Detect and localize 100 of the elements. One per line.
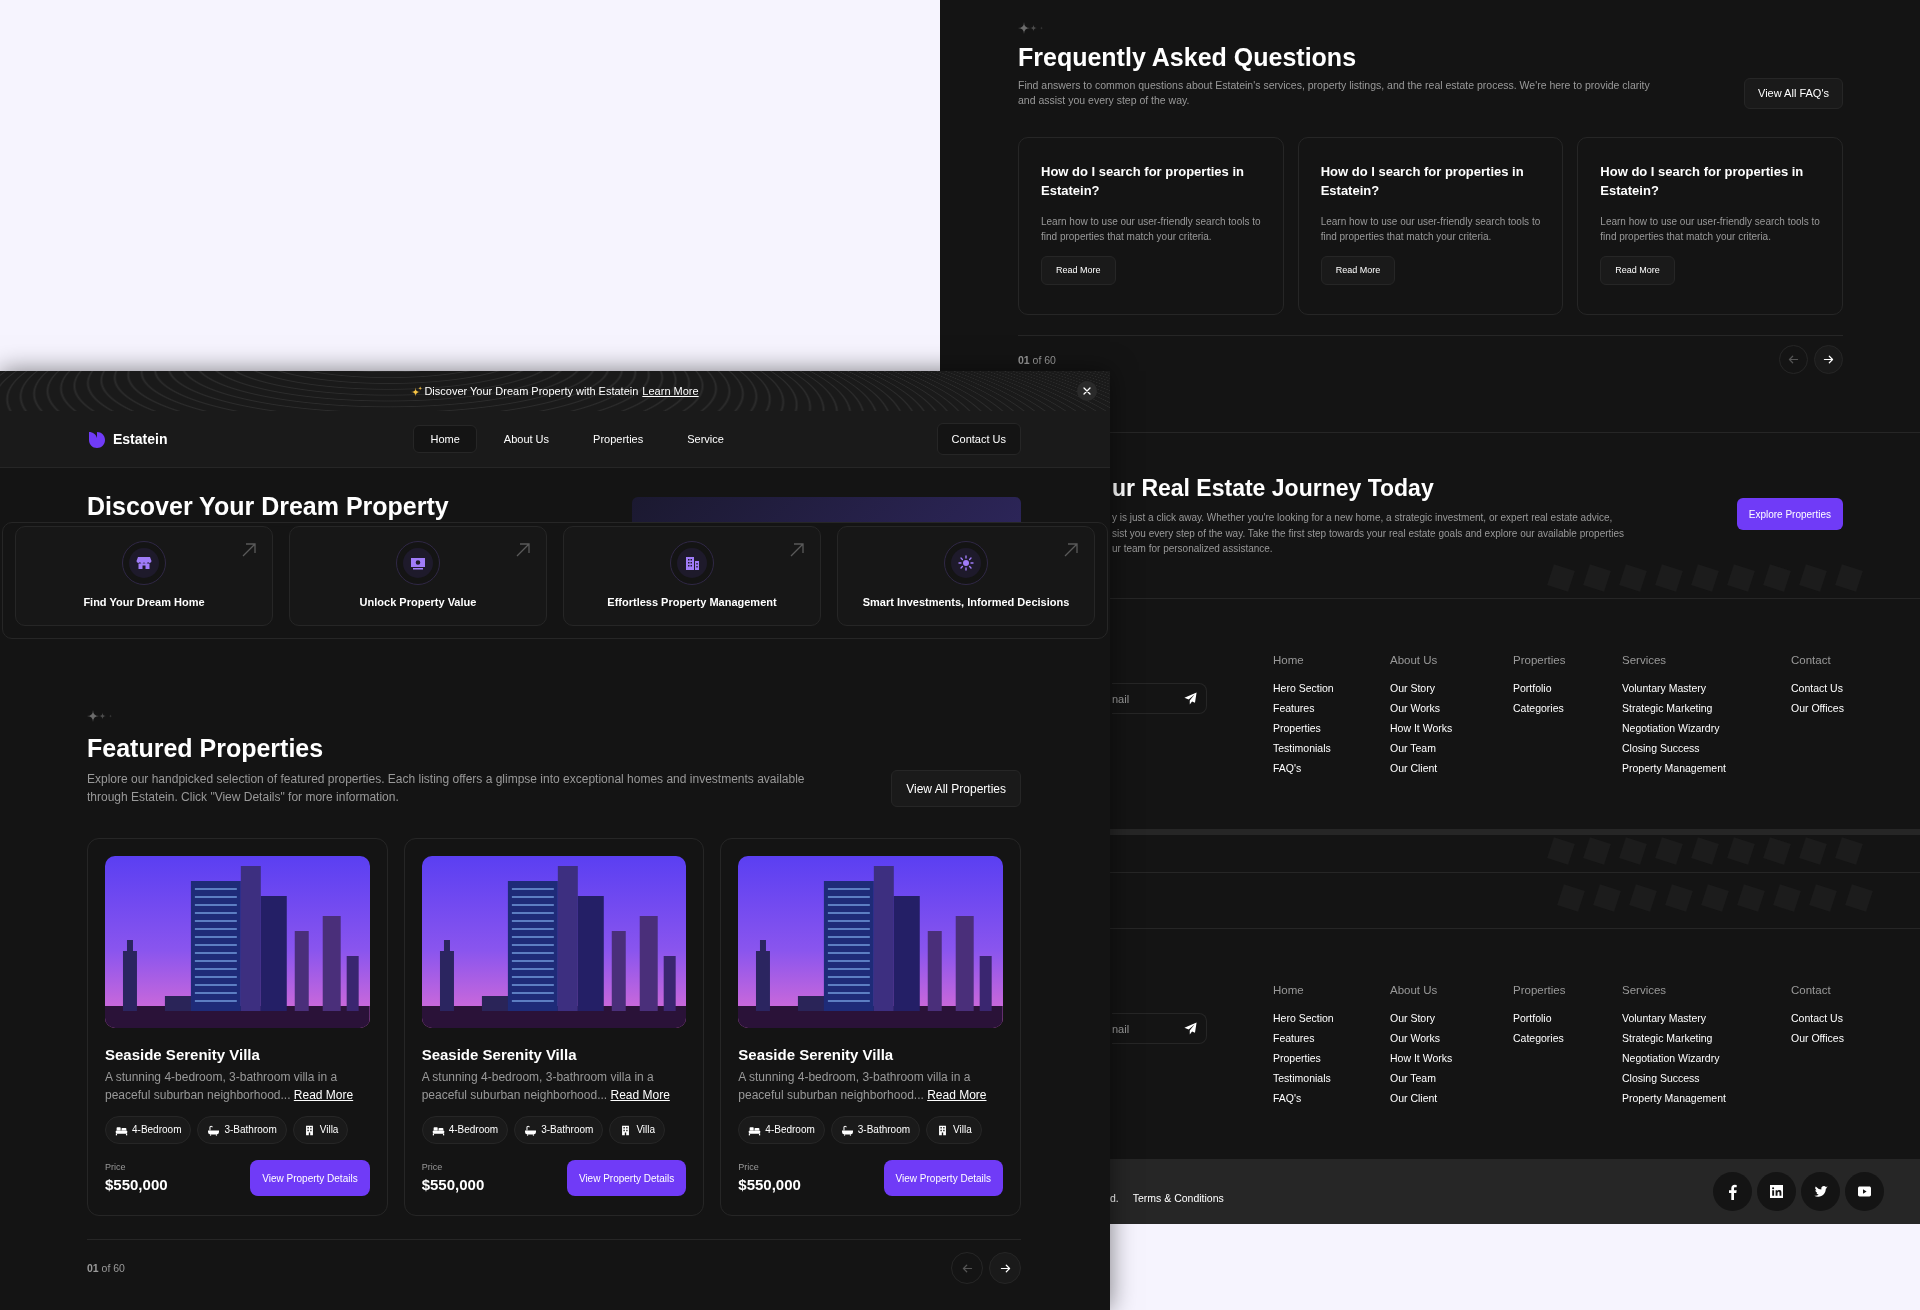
- bed-icon: [431, 1124, 445, 1136]
- footer-link[interactable]: Closing Success: [1622, 1071, 1700, 1085]
- footer-link[interactable]: Voluntary Mastery: [1622, 1011, 1707, 1025]
- view-all-button[interactable]: View All Properties: [891, 770, 1021, 807]
- arrow-up-right-icon: [242, 543, 256, 557]
- footer-link[interactable]: Our Client: [1390, 1091, 1438, 1105]
- facebook-icon[interactable]: [1713, 1172, 1752, 1211]
- faq-answer: Learn how to use our user-friendly search tools to find properties that match your criteria.: [1041, 215, 1261, 244]
- footer-link[interactable]: Features: [1273, 701, 1315, 715]
- youtube-icon[interactable]: [1845, 1172, 1884, 1211]
- read-more-button[interactable]: Read More: [1320, 256, 1396, 285]
- footer-link[interactable]: How It Works: [1390, 1051, 1453, 1065]
- footer-link[interactable]: Properties: [1273, 1051, 1321, 1065]
- tag-label: 3-Bathroom: [541, 1124, 594, 1136]
- faq-answer: Learn how to use our user-friendly search tools to find properties that match your criteria.: [1600, 215, 1820, 244]
- footer-link[interactable]: Voluntary Mastery: [1622, 681, 1707, 695]
- feature-card[interactable]: Smart Investments, Informed Decisions: [837, 526, 1095, 626]
- next-button[interactable]: [1814, 345, 1843, 374]
- sparkles-icon: [1018, 22, 1043, 34]
- faq-question: How do I search for properties in Estatein?: [1320, 163, 1525, 200]
- footer-link[interactable]: Portfolio: [1513, 1011, 1552, 1025]
- section-heading: Frequently Asked Questions: [1018, 42, 1358, 72]
- feature-card[interactable]: Effortless Property Management: [563, 526, 821, 626]
- footer-link[interactable]: Negotiation Wizardry: [1622, 721, 1720, 735]
- footer-link[interactable]: Contact Us: [1791, 1011, 1843, 1025]
- feature-card[interactable]: Unlock Property Value: [289, 526, 547, 626]
- footer-link[interactable]: Our Offices: [1791, 1031, 1844, 1045]
- arrow-up-right-icon: [516, 543, 530, 557]
- footer-link[interactable]: Hero Section: [1273, 681, 1334, 695]
- footer-link[interactable]: Closing Success: [1622, 741, 1700, 755]
- tag-label: 3-Bathroom: [857, 1124, 911, 1136]
- next-button[interactable]: [989, 1252, 1021, 1284]
- footer-link[interactable]: Our Story: [1390, 1011, 1435, 1025]
- price-label: Price: [421, 1161, 444, 1173]
- read-more-link[interactable]: Read More: [293, 1088, 354, 1102]
- footer-column-heading: Properties: [1513, 983, 1566, 997]
- email-field[interactable]: nail: [1112, 683, 1207, 714]
- email-field[interactable]: nail: [1112, 1013, 1207, 1044]
- footer-link[interactable]: Properties: [1273, 721, 1321, 735]
- footer-link[interactable]: Property Management: [1622, 761, 1726, 775]
- tag-label: Villa: [953, 1124, 972, 1136]
- linkedin-icon[interactable]: [1757, 1172, 1796, 1211]
- bathtub-icon: [207, 1124, 221, 1136]
- view-all-button[interactable]: View All FAQ's: [1744, 78, 1843, 109]
- terms-link[interactable]: Terms & Conditions: [1132, 1190, 1224, 1205]
- tag-label: Villa: [319, 1124, 339, 1136]
- footer-link[interactable]: Strategic Marketing: [1622, 701, 1713, 715]
- footer-link[interactable]: Contact Us: [1791, 681, 1843, 695]
- contact-button[interactable]: Contact Us: [936, 423, 1021, 455]
- nav-link[interactable]: Home: [413, 425, 477, 453]
- send-icon[interactable]: [1184, 692, 1197, 705]
- feature-card[interactable]: Find Your Dream Home: [15, 526, 273, 626]
- twitter-icon[interactable]: [1801, 1172, 1840, 1211]
- property-title: Seaside Serenity Villa: [105, 1045, 261, 1065]
- view-details-button[interactable]: View Property Details: [250, 1160, 370, 1196]
- explore-properties-button[interactable]: Explore Properties: [1736, 498, 1843, 530]
- hero-heading: Discover Your Dream Property: [87, 493, 449, 520]
- footer-link[interactable]: Strategic Marketing: [1622, 1031, 1713, 1045]
- nav-link[interactable]: Properties: [576, 425, 661, 453]
- page-counter: 01 of 60: [87, 1261, 125, 1275]
- footer-link[interactable]: Our Client: [1390, 761, 1438, 775]
- footer-link[interactable]: Our Team: [1390, 1071, 1436, 1085]
- nav-link[interactable]: Service: [670, 425, 741, 453]
- footer-link[interactable]: Testimonials: [1273, 741, 1331, 755]
- footer-link[interactable]: FAQ's: [1273, 1091, 1302, 1105]
- read-more-link[interactable]: Read More: [927, 1088, 987, 1102]
- footer-link[interactable]: FAQ's: [1273, 761, 1302, 775]
- view-details-button[interactable]: View Property Details: [566, 1160, 687, 1196]
- footer-link[interactable]: Categories: [1513, 1031, 1564, 1045]
- footer-link[interactable]: Features: [1273, 1031, 1315, 1045]
- footer-link[interactable]: Our Works: [1390, 1031, 1440, 1045]
- footer-link[interactable]: Our Offices: [1791, 701, 1844, 715]
- learn-more-link[interactable]: Learn More: [642, 384, 699, 398]
- feature-label: Smart Investments, Informed Decisions: [862, 595, 1070, 609]
- price-label: Price: [738, 1161, 760, 1173]
- read-more-button[interactable]: Read More: [1600, 256, 1675, 285]
- send-icon[interactable]: [1184, 1022, 1197, 1035]
- nav-link[interactable]: About Us: [486, 425, 567, 453]
- price-value: $550,000: [105, 1175, 168, 1195]
- footer-link[interactable]: Testimonials: [1273, 1071, 1331, 1085]
- page-counter: 01 of 60: [1018, 352, 1056, 367]
- footer-link[interactable]: Property Management: [1622, 1091, 1726, 1105]
- footer-link[interactable]: How It Works: [1390, 721, 1453, 735]
- view-details-button[interactable]: View Property Details: [883, 1160, 1003, 1196]
- footer-link[interactable]: Portfolio: [1513, 681, 1552, 695]
- close-icon[interactable]: [1077, 381, 1097, 401]
- read-more-link[interactable]: Read More: [610, 1088, 670, 1102]
- footer-link[interactable]: Categories: [1513, 701, 1564, 715]
- sparkles-icon: [411, 385, 423, 397]
- footer-link[interactable]: Hero Section: [1273, 1011, 1334, 1025]
- read-more-button[interactable]: Read More: [1041, 256, 1116, 285]
- banner-text: Discover Your Dream Property with Estatein: [424, 384, 639, 398]
- footer-column-heading: Properties: [1513, 653, 1566, 667]
- bathtub-icon: [840, 1124, 854, 1136]
- footer-link[interactable]: Negotiation Wizardry: [1622, 1051, 1720, 1065]
- footer-link[interactable]: Our Story: [1390, 681, 1435, 695]
- section-description: Explore our handpicked selection of featured properties. Each listing offers a glimpse into exceptional homes and investments available through Estatein. Click "View Details" for more information.: [87, 771, 806, 806]
- footer-link[interactable]: Our Team: [1390, 741, 1436, 755]
- bathtub-icon: [524, 1124, 538, 1136]
- footer-link[interactable]: Our Works: [1390, 701, 1440, 715]
